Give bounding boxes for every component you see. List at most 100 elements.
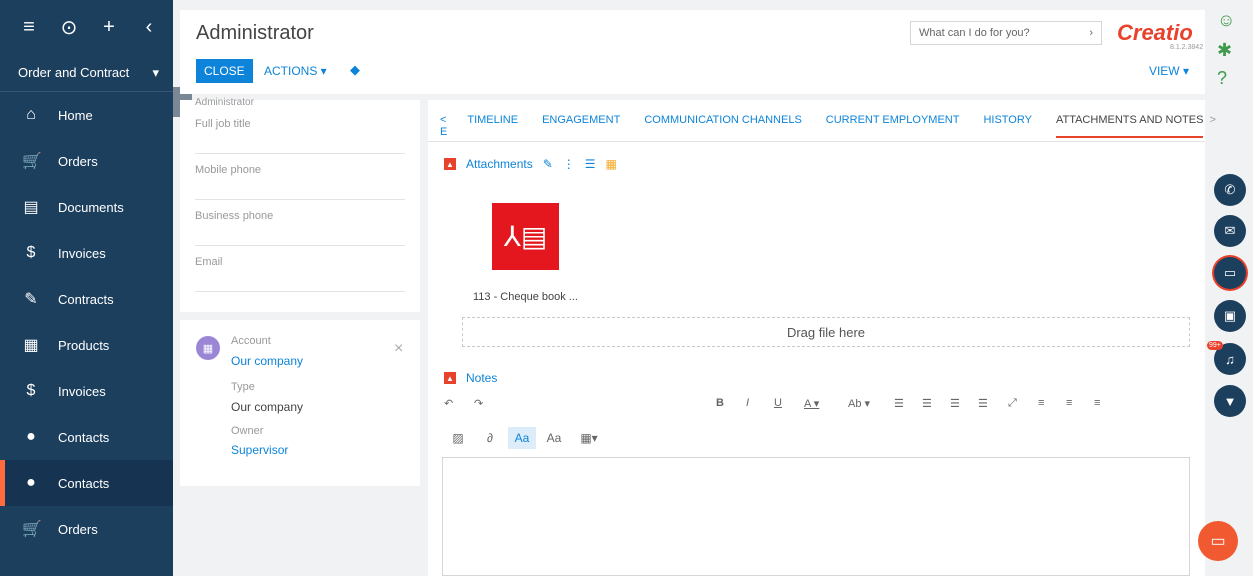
type-value: Our company xyxy=(231,400,304,414)
detail-panel: < E TIMELINE ENGAGEMENT COMMUNICATION CH… xyxy=(428,100,1216,576)
tab-next-button[interactable]: > xyxy=(1209,114,1215,126)
job-title-field[interactable]: Full job title xyxy=(195,108,405,154)
file-dropzone[interactable]: Drag file here xyxy=(462,317,1190,347)
collapse-icon[interactable]: ▲ xyxy=(444,372,456,384)
outdent-icon[interactable]: ☰ xyxy=(950,397,960,410)
bullet-list-icon[interactable]: ☰ xyxy=(922,397,932,410)
contact-icon: ● xyxy=(26,474,36,491)
attachments-title[interactable]: Attachments xyxy=(466,157,533,171)
tab-engagement[interactable]: ENGAGEMENT xyxy=(542,114,620,126)
chevron-right-icon[interactable]: › xyxy=(1089,27,1093,39)
file-name[interactable]: 113 - Cheque book ... xyxy=(473,291,578,303)
align-center-icon[interactable]: ≡ xyxy=(1066,397,1072,409)
phone-icon[interactable]: ✆ xyxy=(1214,174,1246,206)
indent-icon[interactable]: ☰ xyxy=(978,397,988,410)
link-icon[interactable]: ∂ xyxy=(476,427,504,449)
close-icon[interactable]: × xyxy=(394,340,403,358)
type-label: Type xyxy=(231,381,255,393)
font-size-button[interactable]: Aa xyxy=(540,427,568,449)
invoice-icon: $ xyxy=(26,244,36,261)
search-input[interactable]: What can I do for you? xyxy=(919,27,1030,39)
profile-name-field: Administrator xyxy=(195,97,254,107)
tab-communication-channels[interactable]: COMMUNICATION CHANNELS xyxy=(644,114,801,126)
owner-label: Owner xyxy=(231,425,264,437)
sidebar-item-contracts[interactable]: ✎ Contracts xyxy=(0,276,173,322)
plus-icon[interactable]: + xyxy=(98,16,120,39)
cart-icon: 🛒 xyxy=(22,521,42,538)
notes-toolbar-secondary: ▨ ∂ Aa Aa ▦▾ xyxy=(444,426,606,450)
tab-history[interactable]: HISTORY xyxy=(983,114,1032,126)
account-icon: ▦ xyxy=(196,336,220,360)
sidebar-item-products[interactable]: ▦ Products xyxy=(0,322,173,368)
image-icon[interactable]: ▨ xyxy=(444,427,472,449)
play-icon[interactable]: ⊙ xyxy=(58,15,80,40)
tile-view-icon[interactable]: ▦ xyxy=(606,157,617,171)
chat-launcher-icon[interactable]: ▭ xyxy=(1198,521,1238,561)
sidebar-item-label: Products xyxy=(58,337,110,353)
sidebar-item-label: Documents xyxy=(58,199,124,215)
align-left-icon[interactable]: ≡ xyxy=(1038,397,1044,409)
tab-prev-button[interactable]: < E xyxy=(440,114,447,138)
logo: Creatio xyxy=(1117,20,1193,45)
feed-icon[interactable]: ▣ xyxy=(1214,300,1246,332)
more-icon[interactable]: ⋮ xyxy=(563,157,575,171)
mobile-phone-field[interactable]: Mobile phone xyxy=(195,154,405,200)
home-icon: ⌂ xyxy=(26,106,36,123)
chat-icon[interactable]: ▭ xyxy=(1214,257,1246,289)
notes-editor[interactable] xyxy=(442,457,1190,576)
notes-header: ▲ Notes xyxy=(444,371,497,385)
email-field[interactable]: Email xyxy=(195,246,405,292)
account-label: Account xyxy=(231,335,271,347)
email-icon[interactable]: ✉ xyxy=(1214,215,1246,247)
sidebar-item-orders[interactable]: 🛒 Orders xyxy=(0,506,173,552)
sidebar-item-contacts[interactable]: ● Contacts xyxy=(0,460,173,506)
bold-button[interactable]: B xyxy=(716,397,724,409)
tab-timeline[interactable]: TIMELINE xyxy=(467,114,518,126)
paperclip-icon[interactable]: ✎ xyxy=(543,157,553,171)
sidebar-item-orders[interactable]: 🛒 Orders xyxy=(0,138,173,184)
gear-icon[interactable]: ✱ xyxy=(1217,40,1232,61)
tab-attachments-and-notes[interactable]: ATTACHMENTS AND NOTES xyxy=(1055,114,1204,138)
process-icon[interactable]: ▼ xyxy=(1214,385,1246,417)
fullscreen-icon[interactable]: ⤢ xyxy=(1008,397,1017,410)
sidebar-item-label: Home xyxy=(58,107,93,123)
version-label: 8.1.2.3842 xyxy=(1170,44,1204,51)
owner-link[interactable]: Supervisor xyxy=(231,443,288,457)
close-button[interactable]: CLOSE xyxy=(196,59,253,83)
actions-button[interactable]: ACTIONS ▾ xyxy=(264,64,327,78)
notes-title[interactable]: Notes xyxy=(466,371,497,385)
tab-current-employment[interactable]: CURRENT EMPLOYMENT xyxy=(826,114,960,126)
business-phone-field[interactable]: Business phone xyxy=(195,200,405,246)
redo-icon[interactable]: ↷ xyxy=(474,397,483,410)
align-right-icon[interactable]: ≡ xyxy=(1094,397,1100,409)
font-color-icon[interactable]: A ▾ xyxy=(804,397,819,410)
sidebar-item-contacts[interactable]: ● Contacts xyxy=(0,414,173,460)
command-search[interactable]: What can I do for you? › xyxy=(910,21,1102,45)
account-card: ▦ Account Our company × Type Our company… xyxy=(180,320,420,486)
sidebar-item-documents[interactable]: ▤ Documents xyxy=(0,184,173,230)
workspace-selector[interactable]: Order and Contract ▾ xyxy=(0,54,173,92)
font-style-button[interactable]: Aa xyxy=(508,427,536,449)
tag-icon[interactable]: ◆ xyxy=(350,62,360,78)
sidebar-item-label: Invoices xyxy=(58,383,106,399)
chevron-left-icon[interactable]: ‹ xyxy=(138,16,160,39)
sidebar-item-invoices[interactable]: $ Invoices xyxy=(0,368,173,414)
menu-icon[interactable]: ≡ xyxy=(18,16,40,39)
undo-icon[interactable]: ↶ xyxy=(444,397,453,410)
italic-button[interactable]: I xyxy=(746,397,749,409)
workspace-label: Order and Contract xyxy=(18,65,130,80)
chevron-down-icon: ▾ xyxy=(152,64,159,80)
collapse-icon[interactable]: ▲ xyxy=(444,158,456,170)
pdf-file-icon[interactable]: ⅄▤ xyxy=(492,203,559,270)
numbered-list-icon[interactable]: ☰ xyxy=(894,397,904,410)
list-view-icon[interactable]: ☰ xyxy=(585,157,596,171)
view-button[interactable]: VIEW ▾ xyxy=(1149,64,1189,78)
underline-button[interactable]: U xyxy=(774,397,782,409)
help-icon[interactable]: ? xyxy=(1217,68,1227,89)
user-avatar-icon[interactable]: ☺ xyxy=(1217,10,1235,31)
sidebar-item-home[interactable]: ⌂ Home xyxy=(0,92,173,138)
table-icon[interactable]: ▦▾ xyxy=(572,427,606,449)
account-link[interactable]: Our company xyxy=(231,354,303,368)
sidebar-item-invoices[interactable]: $ Invoices xyxy=(0,230,173,276)
highlight-icon[interactable]: Ab ▾ xyxy=(848,397,870,410)
